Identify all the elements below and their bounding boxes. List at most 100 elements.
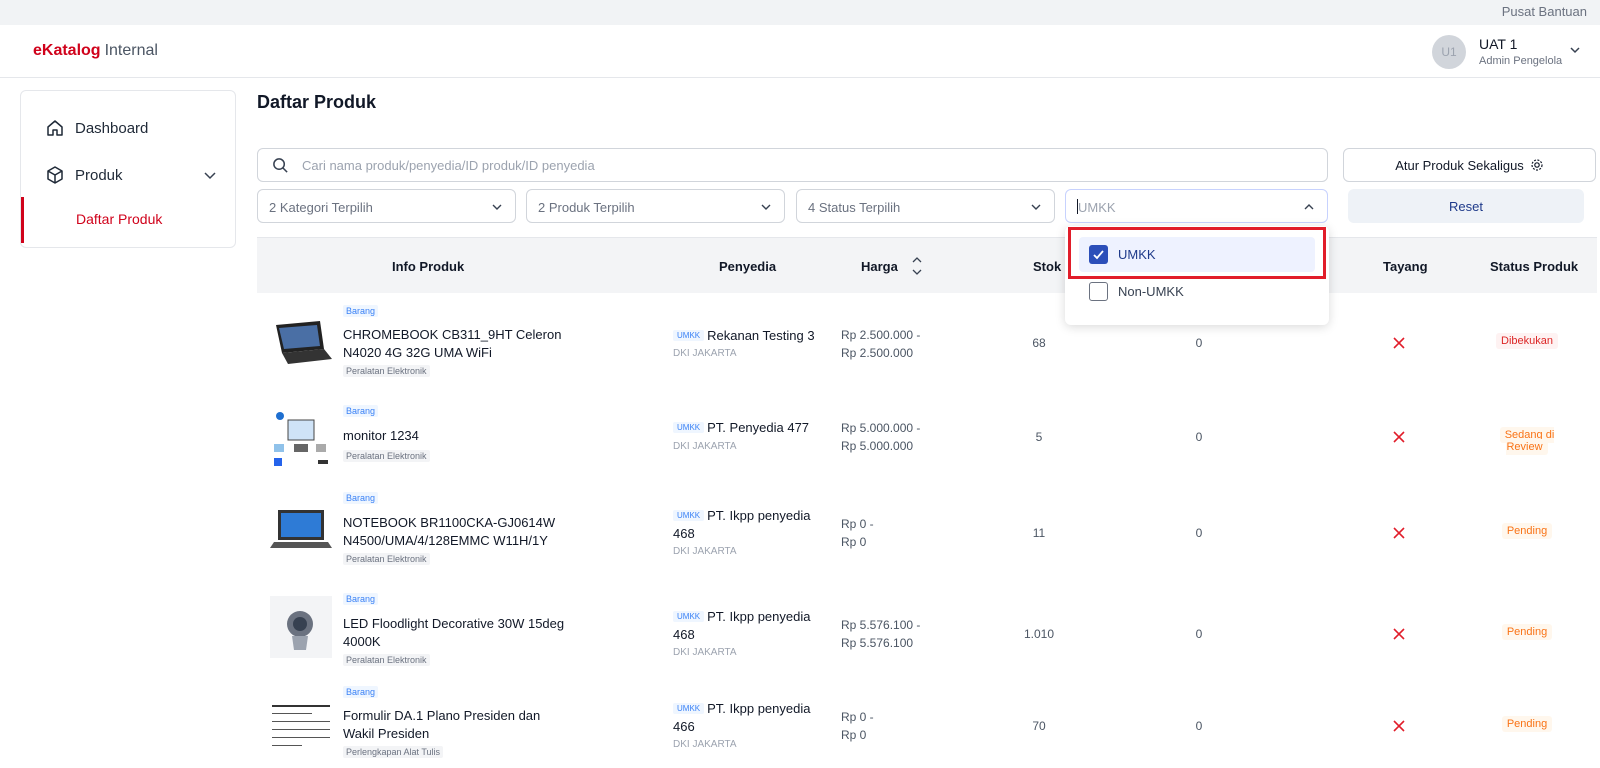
price-min: Rp 2.500.000 - bbox=[841, 328, 921, 342]
sold-value: 0 bbox=[1195, 336, 1203, 350]
sidebar-item-label: Dashboard bbox=[75, 119, 149, 137]
avatar[interactable]: U1 bbox=[1432, 35, 1466, 69]
umkk-filter-placeholder: UMKK bbox=[1078, 200, 1116, 215]
sidebar-item-produk[interactable]: Produk bbox=[45, 165, 217, 185]
product-name[interactable]: NOTEBOOK BR1100CKA-GJ0614W N4500/UMA/4/1… bbox=[343, 514, 573, 550]
price-max: Rp 0 bbox=[841, 535, 867, 549]
umkk-option[interactable]: UMKK bbox=[1079, 237, 1315, 272]
seller-region: DKI JAKARTA bbox=[673, 441, 737, 452]
close-icon bbox=[1393, 431, 1405, 443]
status-text: Pending bbox=[1501, 716, 1553, 732]
col-penyedia: Penyedia bbox=[719, 259, 777, 274]
seller-name: UMKK PT. Ikpp penyedia 466 bbox=[673, 700, 823, 736]
price-min: Rp 0 - bbox=[841, 517, 874, 531]
sort-icon[interactable] bbox=[911, 255, 923, 277]
bulk-manage-button[interactable]: Atur Produk Sekaligus bbox=[1343, 148, 1596, 182]
sold-value: 0 bbox=[1195, 627, 1203, 641]
close-icon bbox=[1393, 527, 1405, 539]
stock-value: 68 bbox=[1032, 336, 1046, 350]
reset-button[interactable]: Reset bbox=[1348, 189, 1584, 223]
price-max: Rp 0 bbox=[841, 728, 867, 742]
sold-value: 0 bbox=[1195, 719, 1203, 733]
table-row[interactable]: Barang CHROMEBOOK CB311_9HT Celeron N402… bbox=[257, 293, 1597, 393]
status-text: Sedang di Review bbox=[1499, 427, 1555, 455]
status-badge: Pending bbox=[1482, 523, 1572, 539]
umkk-badge: UMKK bbox=[673, 422, 705, 433]
stock-value: 5 bbox=[1035, 430, 1043, 444]
seller-region: DKI JAKARTA bbox=[673, 348, 737, 359]
umkk-badge: UMKK bbox=[673, 611, 705, 622]
table-row[interactable]: Barang Formulir DA.1 Plano Presiden dan … bbox=[257, 681, 1597, 768]
table-row[interactable]: Barang monitor 1234 Peralatan Elektronik… bbox=[257, 393, 1597, 480]
box-icon bbox=[47, 166, 63, 184]
price-range: Rp 0 - Rp 0 bbox=[841, 708, 951, 744]
sold-value: 0 bbox=[1195, 430, 1203, 444]
search-input[interactable] bbox=[302, 155, 1302, 175]
product-thumbnail[interactable] bbox=[270, 502, 332, 564]
logo[interactable]: eKatalog Internal bbox=[33, 42, 158, 60]
product-type-badge: Barang bbox=[343, 305, 379, 317]
chevron-down-icon[interactable] bbox=[1568, 43, 1582, 57]
checkbox-unchecked[interactable] bbox=[1089, 282, 1108, 301]
product-type-badge: Barang bbox=[343, 686, 379, 698]
header: eKatalog Internal U1 UAT 1 Admin Pengelo… bbox=[0, 25, 1600, 78]
sidebar-item-label: Produk bbox=[75, 166, 123, 184]
user-name[interactable]: UAT 1 bbox=[1479, 36, 1517, 52]
user-role: Admin Pengelola bbox=[1479, 55, 1563, 67]
non-umkk-option-label: Non-UMKK bbox=[1118, 284, 1184, 299]
chevron-down-icon[interactable] bbox=[203, 168, 217, 182]
price-max: Rp 5.000.000 bbox=[841, 439, 914, 453]
product-type-badge: Barang bbox=[343, 593, 379, 605]
status-badge: Sedang di Review bbox=[1482, 427, 1572, 455]
price-range: Rp 5.576.100 - Rp 5.576.100 bbox=[841, 616, 951, 652]
search-bar[interactable] bbox=[257, 148, 1328, 182]
product-type-badge: Barang bbox=[343, 405, 379, 417]
checkbox-checked[interactable] bbox=[1089, 245, 1108, 264]
price-range: Rp 0 - Rp 0 bbox=[841, 515, 951, 551]
non-umkk-option[interactable]: Non-UMKK bbox=[1079, 274, 1315, 309]
col-stok: Stok bbox=[1033, 259, 1062, 274]
umkk-dropdown-menu: UMKK Non-UMKK bbox=[1065, 226, 1329, 325]
product-category: Perlengkapan Alat Tulis bbox=[343, 746, 444, 758]
umkk-filter[interactable]: UMKK bbox=[1065, 189, 1328, 223]
category-filter-value: 2 Kategori Terpilih bbox=[269, 200, 373, 215]
chevron-down-icon bbox=[492, 204, 502, 210]
status-text: Dibekukan bbox=[1496, 333, 1558, 349]
sidebar-item-dashboard[interactable]: Dashboard bbox=[45, 118, 148, 138]
umkk-badge: UMKK bbox=[673, 703, 705, 714]
seller-label: PT. Penyedia 477 bbox=[707, 420, 810, 435]
chevron-down-icon bbox=[761, 204, 771, 210]
product-name[interactable]: Formulir DA.1 Plano Presiden dan Wakil P… bbox=[343, 707, 573, 743]
product-filter-value: 2 Produk Terpilih bbox=[538, 200, 635, 215]
status-filter-value: 4 Status Terpilih bbox=[808, 200, 901, 215]
help-center-link[interactable]: Pusat Bantuan bbox=[1502, 4, 1587, 19]
product-thumbnail[interactable] bbox=[270, 315, 332, 377]
close-icon bbox=[1393, 337, 1405, 349]
product-name[interactable]: LED Floodlight Decorative 30W 15deg 4000… bbox=[343, 615, 573, 651]
product-thumbnail[interactable] bbox=[270, 701, 332, 763]
top-bar: Pusat Bantuan bbox=[0, 0, 1600, 25]
close-icon bbox=[1393, 628, 1405, 640]
sidebar-item-daftar-produk[interactable]: Daftar Produk bbox=[21, 197, 235, 243]
product-name[interactable]: monitor 1234 bbox=[343, 427, 573, 445]
col-info-produk: Info Produk bbox=[392, 259, 465, 274]
product-thumbnail[interactable] bbox=[270, 408, 332, 470]
page-title: Daftar Produk bbox=[257, 92, 377, 112]
product-filter[interactable]: 2 Produk Terpilih bbox=[526, 189, 785, 223]
home-icon bbox=[47, 120, 63, 136]
seller-name: UMKK Rekanan Testing 3 bbox=[673, 327, 823, 345]
category-filter[interactable]: 2 Kategori Terpilih bbox=[257, 189, 516, 223]
product-category: Peralatan Elektronik bbox=[343, 365, 430, 377]
price-min: Rp 5.576.100 - bbox=[841, 618, 921, 632]
umkk-badge: UMKK bbox=[673, 510, 705, 521]
seller-region: DKI JAKARTA bbox=[673, 739, 737, 750]
table-row[interactable]: Barang NOTEBOOK BR1100CKA-GJ0614W N4500/… bbox=[257, 480, 1597, 581]
logo-brand: eKatalog bbox=[33, 42, 101, 59]
status-text: Pending bbox=[1501, 523, 1553, 539]
status-filter[interactable]: 4 Status Terpilih bbox=[796, 189, 1055, 223]
product-thumbnail[interactable] bbox=[270, 596, 332, 658]
stock-value: 11 bbox=[1032, 526, 1046, 540]
sidebar-sub-label: Daftar Produk bbox=[76, 211, 163, 227]
product-name[interactable]: CHROMEBOOK CB311_9HT Celeron N4020 4G 32… bbox=[343, 326, 573, 362]
table-row[interactable]: Barang LED Floodlight Decorative 30W 15d… bbox=[257, 581, 1597, 681]
